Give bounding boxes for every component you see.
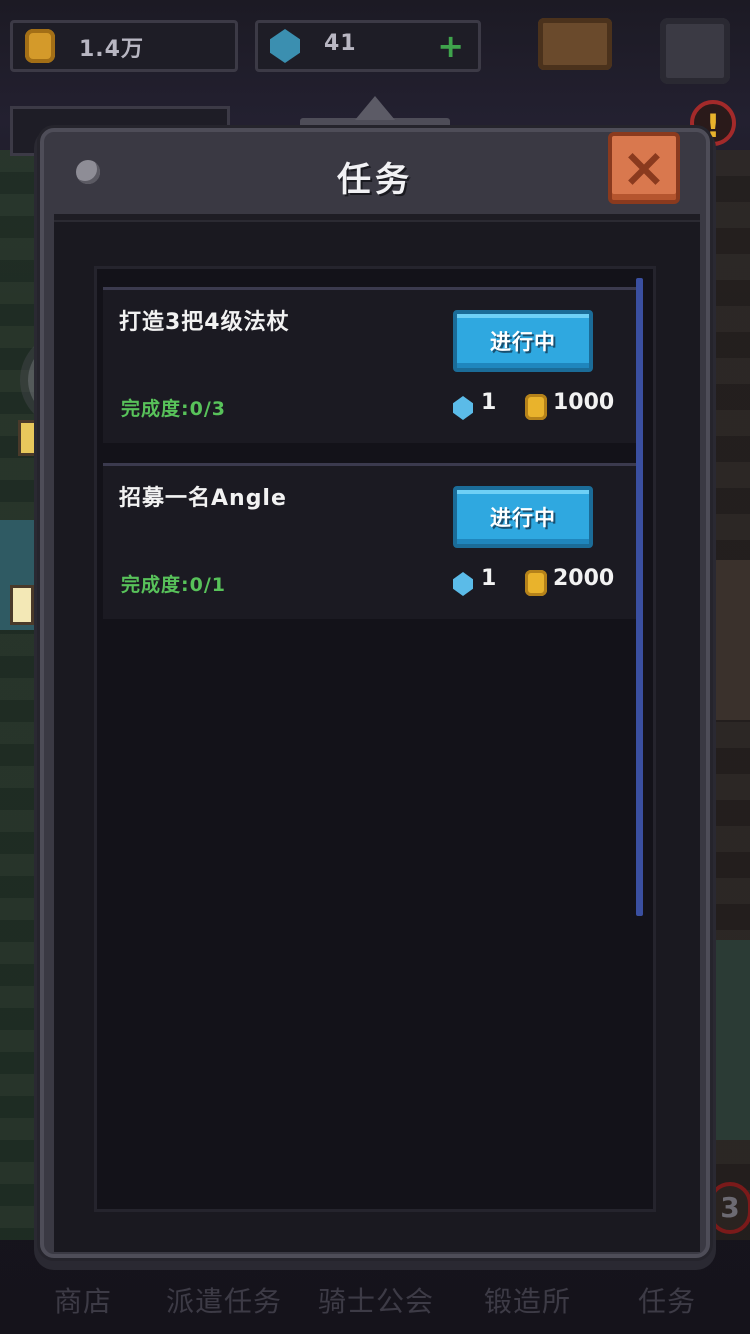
reward-gems: 1 xyxy=(481,566,497,591)
scene-window xyxy=(18,420,40,456)
task-status-label: 进行中 xyxy=(490,330,556,354)
task-item: 招募一名Angle 进行中 完成度:0/1 1 2000 xyxy=(103,463,637,619)
task-status-button[interactable]: 进行中 xyxy=(453,486,593,548)
scene-tower xyxy=(705,940,750,1140)
gem-counter: 41 + xyxy=(255,20,481,72)
close-button[interactable]: × xyxy=(608,132,680,204)
gold-coin-icon xyxy=(525,570,547,596)
settings-gear-icon[interactable] xyxy=(660,18,730,84)
gold-coin-icon xyxy=(525,394,547,420)
nav-item-shop[interactable]: 商店 xyxy=(54,1280,112,1320)
gem-icon xyxy=(270,29,300,63)
nav-item-tasks[interactable]: 任务 xyxy=(638,1280,696,1320)
reward-gems: 1 xyxy=(481,390,497,415)
add-gems-button[interactable]: + xyxy=(437,27,464,65)
scene-left-wall xyxy=(0,150,45,1240)
reward-gold: 1000 xyxy=(553,390,615,415)
nav-item-forge[interactable]: 锻造所 xyxy=(484,1280,571,1320)
gold-value: 1.4万 xyxy=(79,37,144,62)
close-icon: × xyxy=(621,136,667,199)
modal-title: 任务 xyxy=(337,160,413,200)
gem-value: 41 xyxy=(324,31,357,56)
task-title: 打造3把4级法杖 xyxy=(119,310,290,335)
gem-icon xyxy=(453,572,473,596)
reward-gold: 2000 xyxy=(553,566,615,591)
task-status-button[interactable]: 进行中 xyxy=(453,310,593,372)
task-progress: 完成度:0/3 xyxy=(121,398,226,420)
gem-icon xyxy=(453,396,473,420)
gold-coin-icon xyxy=(25,29,55,63)
notification-badge: 3 xyxy=(708,1182,750,1234)
bottom-nav: 商店 派遣任务 骑士公会 锻造所 任务 xyxy=(0,1270,750,1334)
gold-counter: 1.4万 xyxy=(10,20,238,72)
nav-item-dispatch[interactable]: 派遣任务 xyxy=(166,1280,282,1320)
task-list-scrollbar[interactable] xyxy=(636,278,643,916)
task-progress: 完成度:0/1 xyxy=(121,574,226,596)
scene-tower xyxy=(705,560,750,720)
nav-item-guild[interactable]: 骑士公会 xyxy=(318,1280,434,1320)
task-item: 打造3把4级法杖 进行中 完成度:0/3 1 1000 xyxy=(103,287,637,443)
task-list[interactable]: 打造3把4级法杖 进行中 完成度:0/3 1 1000 招募一名Angle 进行… xyxy=(94,266,656,1212)
task-status-label: 进行中 xyxy=(490,506,556,530)
task-title: 招募一名Angle xyxy=(119,486,287,511)
scene-window xyxy=(10,585,34,625)
quest-scroll-icon[interactable] xyxy=(538,18,612,70)
